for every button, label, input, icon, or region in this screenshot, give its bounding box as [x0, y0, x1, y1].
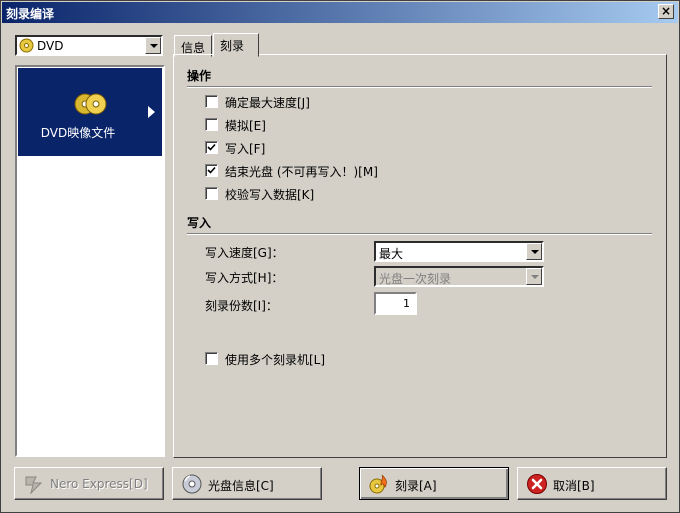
nero-express-icon [23, 473, 45, 495]
checkbox-box[interactable] [205, 187, 218, 200]
chevron-down-icon[interactable] [526, 268, 542, 285]
burn-disc-icon [368, 473, 390, 495]
list-item-label: DVD映像文件 [40, 126, 116, 140]
checkmark-icon [207, 143, 216, 151]
copies-label: 刻录份数[I]： [205, 299, 278, 313]
write-method-label: 写入方式[H]： [205, 271, 284, 285]
burn-compile-dialog: 刻录编译 × DVD DVD映像文件 信息 刻录 操作 确定最大速度[J] 模拟… [0, 0, 680, 513]
checkbox-label: 结束光盘 (不可再写入！)[M] [225, 165, 378, 179]
cancel-button[interactable]: 取消[B] [517, 467, 667, 500]
checkmark-icon [207, 166, 216, 174]
checkbox-box[interactable] [205, 95, 218, 108]
checkbox-box[interactable] [205, 352, 218, 365]
write-method-value: 光盘一次刻录 [379, 272, 452, 286]
checkbox-label: 写入[F] [225, 142, 266, 156]
write-method-combo[interactable]: 光盘一次刻录 [374, 266, 544, 287]
chevron-down-icon[interactable] [526, 243, 542, 260]
button-label: Nero Express[D] [50, 477, 148, 491]
tab-label: 信息 [181, 41, 206, 55]
disc-info-button[interactable]: 光盘信息[C] [172, 467, 322, 500]
chevron-down-icon[interactable] [145, 37, 161, 54]
checkbox-label: 使用多个刻录机[L] [225, 353, 326, 367]
checkbox-label: 校验写入数据[K] [225, 188, 315, 202]
button-label: 刻录[A] [395, 479, 437, 493]
button-label: 光盘信息[C] [208, 479, 274, 493]
nero-express-button[interactable]: Nero Express[D] [14, 467, 164, 500]
burn-button[interactable]: 刻录[A] [359, 467, 509, 500]
checkbox-box[interactable] [205, 164, 218, 177]
arrow-right-icon [148, 106, 155, 118]
disc-type-value: DVD [37, 39, 64, 53]
checkbox-label: 确定最大速度[J] [225, 96, 310, 110]
close-icon: × [660, 4, 672, 18]
tab-panel-burn: 操作 确定最大速度[J] 模拟[E] 写入[F] 结束光盘 (不可再写入！)[M… [173, 54, 667, 458]
cancel-icon [526, 473, 548, 495]
copies-input[interactable]: 1 [374, 292, 417, 315]
button-label: 取消[B] [553, 479, 595, 493]
list-item-dvd-image[interactable]: DVD映像文件 [18, 68, 162, 156]
disc-type-combo[interactable]: DVD [15, 35, 163, 56]
checkbox-box[interactable] [205, 118, 218, 131]
compilation-list[interactable]: DVD映像文件 [15, 65, 165, 457]
close-button[interactable]: × [658, 4, 674, 19]
section-title-write: 写入 [187, 216, 212, 230]
dvd-disc-icon [19, 38, 34, 56]
disc-info-icon [181, 473, 203, 495]
write-speed-value: 最大 [379, 247, 404, 261]
tab-burn[interactable]: 刻录 [213, 33, 259, 57]
section-title-operations: 操作 [187, 69, 212, 83]
window-title: 刻录编译 [6, 7, 55, 21]
section-divider [187, 86, 652, 88]
write-speed-combo[interactable]: 最大 [374, 241, 544, 262]
copies-value: 1 [403, 297, 410, 310]
checkbox-box[interactable] [205, 141, 218, 154]
dvd-discs-icon [74, 92, 108, 119]
write-speed-label: 写入速度[G]： [205, 246, 284, 260]
section-divider [187, 233, 652, 235]
tab-label: 刻录 [220, 39, 245, 53]
checkbox-label: 模拟[E] [225, 119, 266, 133]
title-bar[interactable]: 刻录编译 × [2, 2, 678, 23]
